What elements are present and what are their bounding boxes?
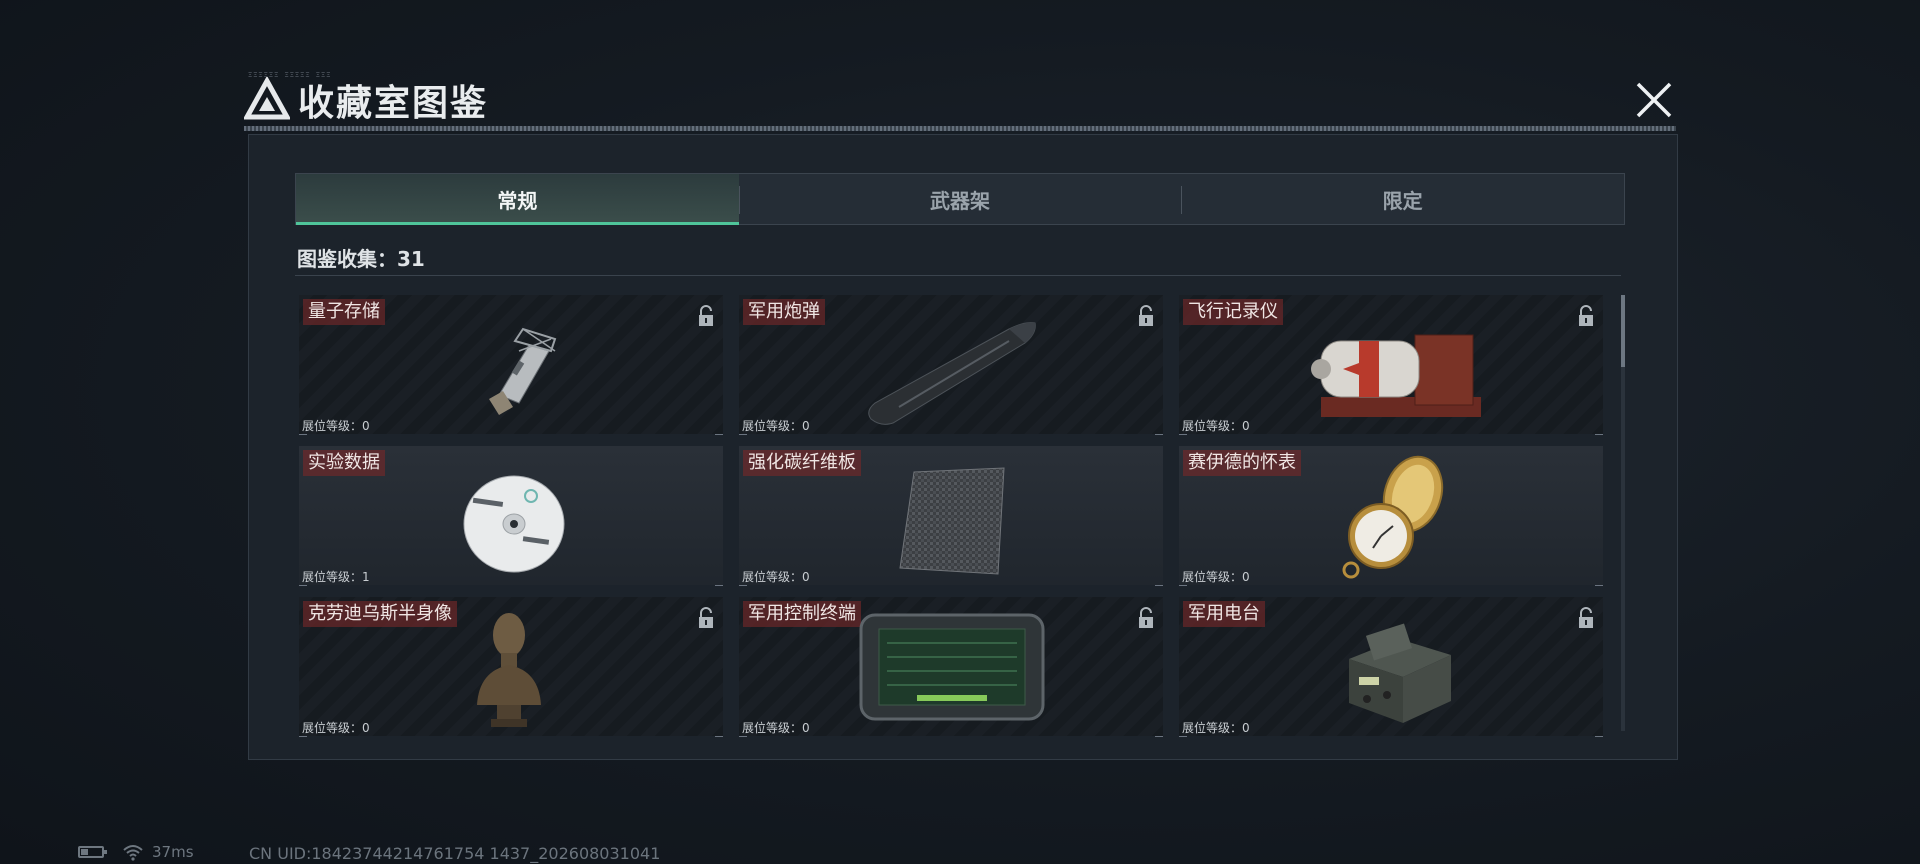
item-name: 强化碳纤维板 bbox=[743, 450, 861, 476]
battery-icon bbox=[78, 846, 107, 858]
card-bottom-edge bbox=[299, 585, 723, 586]
item-name: 军用控制终端 bbox=[743, 601, 861, 627]
tab-regular[interactable]: 常规 bbox=[296, 174, 739, 225]
item-card-military-radio[interactable]: 军用电台 展位等级：0 bbox=[1179, 597, 1603, 737]
page-title: 收藏室图鉴 bbox=[298, 83, 489, 124]
pocket-watch-icon bbox=[1342, 455, 1444, 579]
tab-weapon-rack[interactable]: 武器架 bbox=[738, 174, 1182, 224]
item-card-experiment-data[interactable]: 实验数据 展位等级：1 bbox=[299, 446, 723, 586]
item-level: 展位等级：0 bbox=[302, 721, 370, 735]
item-name: 军用电台 bbox=[1183, 601, 1265, 627]
compact-disc-icon bbox=[463, 475, 565, 573]
wifi-icon bbox=[123, 845, 143, 861]
item-level: 展位等级：0 bbox=[742, 721, 810, 735]
lock-icon bbox=[1579, 305, 1593, 326]
collection-count: 图鉴收集：31 bbox=[297, 247, 425, 271]
military-radio-icon bbox=[1349, 623, 1451, 723]
item-level: 展位等级：1 bbox=[302, 570, 370, 584]
item-grid: 量子存储 展位等级：0 军用炮弹 展位等级：0 飞行记录仪 展位等级：0 实验数… bbox=[299, 295, 1621, 739]
item-card-claudius-bust[interactable]: 克劳迪乌斯半身像 展位等级：0 bbox=[299, 597, 723, 737]
collection-panel: 常规 武器架 限定 图鉴收集：31 量子存储 展位等级：0 军用炮弹 展位等级：… bbox=[248, 134, 1678, 760]
card-bottom-edge bbox=[739, 434, 1163, 435]
item-card-carbon-fiber-plate[interactable]: 强化碳纤维板 展位等级：0 bbox=[739, 446, 1163, 586]
window-header: 收藏室图鉴 bbox=[244, 74, 488, 126]
card-bottom-edge bbox=[739, 736, 1163, 737]
item-level: 展位等级：0 bbox=[742, 570, 810, 584]
card-bottom-edge bbox=[299, 736, 723, 737]
uid-text: CN UID:18423744214761754 1437_2026080310… bbox=[249, 844, 661, 863]
item-level: 展位等级：0 bbox=[1182, 419, 1250, 433]
item-name: 实验数据 bbox=[303, 450, 385, 476]
item-card-pocket-watch[interactable]: 赛伊德的怀表 展位等级：0 bbox=[1179, 446, 1603, 586]
carbon-fiber-plate-icon bbox=[899, 467, 1005, 575]
scrollbar-thumb[interactable] bbox=[1621, 295, 1625, 367]
card-bottom-edge bbox=[1179, 585, 1603, 586]
flight-recorder-icon bbox=[1311, 334, 1481, 417]
lock-icon bbox=[699, 607, 713, 628]
item-card-flight-recorder[interactable]: 飞行记录仪 展位等级：0 bbox=[1179, 295, 1603, 435]
item-card-military-shell[interactable]: 军用炮弹 展位等级：0 bbox=[739, 295, 1163, 435]
card-bottom-edge bbox=[1179, 736, 1603, 737]
item-name: 赛伊德的怀表 bbox=[1183, 450, 1301, 476]
lock-icon bbox=[699, 305, 713, 326]
close-icon[interactable] bbox=[1628, 78, 1678, 124]
lock-icon bbox=[1579, 607, 1593, 628]
usb-drive-icon bbox=[489, 327, 557, 415]
card-bottom-edge bbox=[299, 434, 723, 435]
tab-limited[interactable]: 限定 bbox=[1181, 174, 1624, 224]
control-terminal-icon bbox=[859, 613, 1045, 721]
ping-value: 37ms bbox=[152, 843, 194, 861]
triangle-logo-icon bbox=[244, 77, 290, 120]
item-level: 展位等级：0 bbox=[302, 419, 370, 433]
grid-scrollbar[interactable] bbox=[1621, 295, 1625, 731]
bust-statue-icon bbox=[477, 613, 541, 727]
card-bottom-edge bbox=[739, 585, 1163, 586]
header-divider bbox=[244, 126, 1676, 131]
collection-divider bbox=[295, 275, 1621, 276]
item-name: 量子存储 bbox=[303, 299, 385, 325]
lock-icon bbox=[1139, 607, 1153, 628]
item-name: 飞行记录仪 bbox=[1183, 299, 1283, 325]
item-level: 展位等级：0 bbox=[742, 419, 810, 433]
item-name: 克劳迪乌斯半身像 bbox=[303, 601, 457, 627]
item-level: 展位等级：0 bbox=[1182, 721, 1250, 735]
item-card-control-terminal[interactable]: 军用控制终端 展位等级：0 bbox=[739, 597, 1163, 737]
status-bar: 37ms bbox=[78, 842, 194, 862]
lock-icon bbox=[1139, 305, 1153, 326]
artillery-shell-icon bbox=[868, 322, 1036, 425]
item-card-quantum-storage[interactable]: 量子存储 展位等级：0 bbox=[299, 295, 723, 435]
item-level: 展位等级：0 bbox=[1182, 570, 1250, 584]
item-name: 军用炮弹 bbox=[743, 299, 825, 325]
card-bottom-edge bbox=[1179, 434, 1603, 435]
tab-bar: 常规 武器架 限定 bbox=[295, 173, 1625, 225]
